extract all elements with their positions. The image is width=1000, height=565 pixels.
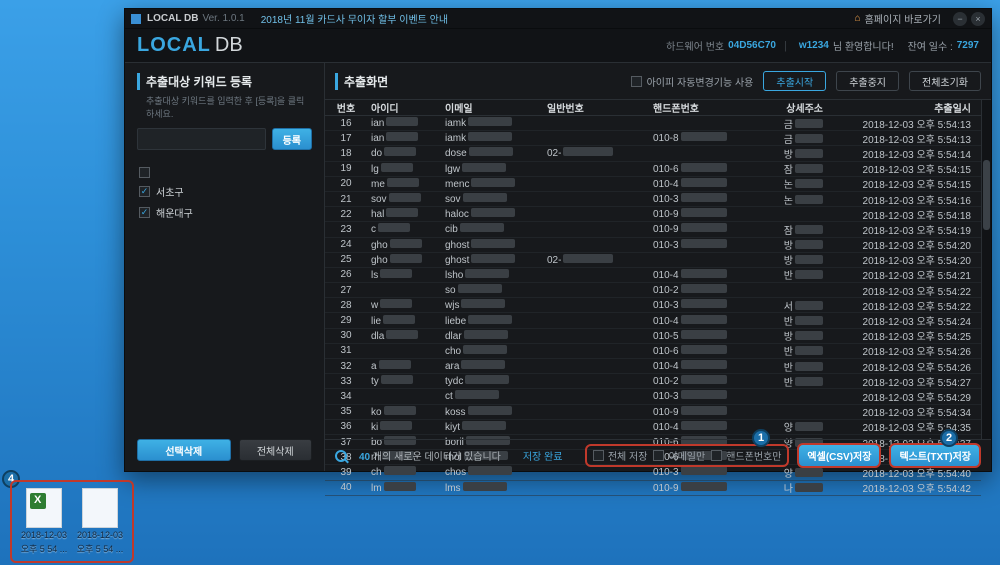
table-row[interactable]: 33tytydc010-2반2018-12-03 오후 5:54:27 xyxy=(325,374,981,389)
vertical-scrollbar[interactable] xyxy=(981,100,991,439)
table-row[interactable]: 36kikiyt010-4양2018-12-03 오후 5:54:35 xyxy=(325,420,981,435)
reset-button[interactable]: 전체초기화 xyxy=(909,71,981,91)
annotation-badge-2: 2 xyxy=(940,429,958,447)
titlebar: LOCAL DB Ver. 1.0.1 2018년 11월 카드사 무이자 할부… xyxy=(125,9,991,29)
table-row[interactable]: 23ccib010-9잠2018-12-03 오후 5:54:19 xyxy=(325,222,981,237)
table-row[interactable]: 29lieliebe010-4반2018-12-03 오후 5:54:24 xyxy=(325,313,981,328)
save-email-checkbox[interactable]: 이메일만 xyxy=(653,448,705,463)
col-no: 번호 xyxy=(329,100,363,115)
table-row[interactable]: 16ianiamk금2018-12-03 오후 5:54:13 xyxy=(325,116,981,131)
scrollbar-thumb[interactable] xyxy=(983,160,990,230)
sidebar-title: 추출대상 키워드 등록 xyxy=(137,73,312,90)
register-button[interactable]: 등록 xyxy=(272,128,312,150)
col-general-no: 일반번호 xyxy=(547,100,639,115)
app-icon xyxy=(131,14,141,24)
close-button[interactable]: × xyxy=(971,12,985,26)
desktop-file-group: 2018-12-03 오후 5 54 ... 2018-12-03 오후 5 5… xyxy=(10,480,134,563)
remain-label: 잔여 일수 : xyxy=(908,38,953,53)
delete-all-button[interactable]: 전체삭제 xyxy=(239,439,313,461)
table-row[interactable]: 25ghoghost02-방2018-12-03 오후 5:54:20 xyxy=(325,253,981,268)
annotation-badge-1: 1 xyxy=(752,429,770,447)
logo-db: DB xyxy=(215,34,243,57)
checkbox-icon xyxy=(631,76,642,87)
table-row[interactable]: 21sovsov010-3논2018-12-03 오후 5:54:16 xyxy=(325,192,981,207)
table-row[interactable]: 31cho010-6반2018-12-03 오후 5:54:26 xyxy=(325,344,981,359)
ip-auto-checkbox[interactable]: 아이피 자동변경기능 사용 xyxy=(631,74,754,89)
stop-button[interactable]: 추출중지 xyxy=(836,71,899,91)
col-email: 이메일 xyxy=(445,100,547,115)
title-text: LOCAL DB xyxy=(147,13,198,24)
announcement-link[interactable]: 2018년 11월 카드사 무이자 할부 이벤트 안내 xyxy=(261,11,448,26)
keyword-input[interactable] xyxy=(137,128,266,150)
sidebar: 추출대상 키워드 등록 추출대상 키워드를 입력한 후 [등록]을 클릭하세요.… xyxy=(125,63,325,471)
search-icon xyxy=(335,450,347,462)
col-address: 상세주소 xyxy=(739,100,829,115)
minimize-button[interactable]: − xyxy=(953,12,967,26)
table-row[interactable]: 20memenc010-4논2018-12-03 오후 5:54:15 xyxy=(325,177,981,192)
table-row[interactable]: 40lmlms010-9나2018-12-03 오후 5:54:42 xyxy=(325,481,981,496)
table-row[interactable]: 19lglgw010-6잠2018-12-03 오후 5:54:15 xyxy=(325,162,981,177)
main-title: 추출화면 xyxy=(335,73,388,90)
remain-value: 7297 xyxy=(957,40,979,51)
app-window: LOCAL DB Ver. 1.0.1 2018년 11월 카드사 무이자 할부… xyxy=(124,8,992,472)
table-header: 번호 아이디 이메일 일반번호 핸드폰번호 상세주소 추출일시 xyxy=(325,100,981,116)
save-txt-button[interactable]: 텍스트(TXT)저장 xyxy=(889,443,981,468)
table-row[interactable]: 35kokoss010-92018-12-03 오후 5:54:34 xyxy=(325,405,981,420)
keyword-label: 서초구 xyxy=(156,184,184,199)
version-text: Ver. 1.0.1 xyxy=(202,13,244,24)
keyword-checkbox[interactable]: ✓ xyxy=(139,186,150,197)
header-bar: LOCAL DB 하드웨어 번호 04D56C70 | w1234 님 환영합니… xyxy=(125,29,991,63)
desktop-file-csv[interactable]: 2018-12-03 오후 5 54 ... xyxy=(20,488,68,555)
table-row[interactable]: 18dodose02-방2018-12-03 오후 5:54:14 xyxy=(325,146,981,161)
table-row[interactable]: 22halhaloc010-92018-12-03 오후 5:54:18 xyxy=(325,207,981,222)
user-account: w1234 xyxy=(799,40,829,51)
excel-file-icon xyxy=(26,488,62,528)
keyword-item[interactable]: ✓ 서초구 xyxy=(137,181,312,202)
logo-local: LOCAL xyxy=(137,34,211,57)
result-table: 번호 아이디 이메일 일반번호 핸드폰번호 상세주소 추출일시 16ianiam… xyxy=(325,100,981,439)
table-row[interactable]: 26lslsho010-4반2018-12-03 오후 5:54:21 xyxy=(325,268,981,283)
table-row[interactable]: 28wwjs010-3서2018-12-03 오후 5:54:22 xyxy=(325,298,981,313)
table-row[interactable]: 30dladlar010-5방2018-12-03 오후 5:54:25 xyxy=(325,329,981,344)
save-csv-button[interactable]: 엑셀(CSV)저장 xyxy=(797,443,881,468)
save-options-group: 전체 저장 이메일만 핸드폰번호만 xyxy=(585,444,790,467)
main-panel: 추출화면 아이피 자동변경기능 사용 추출시작 추출중지 전체초기화 번호 아이… xyxy=(325,63,991,471)
status-text: 40 개의 새로운 데이터가 있습니다 xyxy=(359,448,501,463)
greeting: 님 환영합니다! xyxy=(833,38,894,53)
save-phone-checkbox[interactable]: 핸드폰번호만 xyxy=(711,448,781,463)
save-full-checkbox[interactable]: 전체 저장 xyxy=(593,448,648,463)
sidebar-subtitle: 추출대상 키워드를 입력한 후 [등록]을 클릭하세요. xyxy=(137,94,312,120)
table-row[interactable]: 17ianiamk010-8금2018-12-03 오후 5:54:13 xyxy=(325,131,981,146)
text-file-icon xyxy=(82,488,118,528)
header-checkbox[interactable] xyxy=(139,167,150,178)
col-phone: 핸드폰번호 xyxy=(639,100,739,115)
delete-selected-button[interactable]: 선택삭제 xyxy=(137,439,231,461)
hw-label: 하드웨어 번호 xyxy=(666,38,724,53)
home-icon: ⌂ xyxy=(855,13,861,24)
start-button[interactable]: 추출시작 xyxy=(763,71,826,91)
keyword-header xyxy=(137,164,312,181)
keyword-item[interactable]: ✓ 해운대구 xyxy=(137,202,312,223)
desktop-file-txt[interactable]: 2018-12-03 오후 5 54 ... xyxy=(76,488,124,555)
col-datetime: 추출일시 xyxy=(829,100,981,115)
table-row[interactable]: 27so010-22018-12-03 오후 5:54:22 xyxy=(325,283,981,298)
keyword-list: ✓ 서초구 ✓ 해운대구 xyxy=(137,164,312,431)
homepage-link[interactable]: 홈페이지 바로가기 xyxy=(865,11,941,26)
hw-value: 04D56C70 xyxy=(728,40,776,51)
save-done-text: 저장 완료 xyxy=(523,448,563,463)
table-row[interactable]: 24ghoghost010-3방2018-12-03 오후 5:54:20 xyxy=(325,238,981,253)
table-row[interactable]: 34ct010-32018-12-03 오후 5:54:29 xyxy=(325,389,981,404)
keyword-checkbox[interactable]: ✓ xyxy=(139,207,150,218)
keyword-label: 해운대구 xyxy=(156,205,193,220)
col-id: 아이디 xyxy=(363,100,445,115)
table-row[interactable]: 32aara010-4반2018-12-03 오후 5:54:26 xyxy=(325,359,981,374)
main-footer: 40 개의 새로운 데이터가 있습니다 저장 완료 전체 저장 이메일만 핸드폰… xyxy=(325,439,991,471)
